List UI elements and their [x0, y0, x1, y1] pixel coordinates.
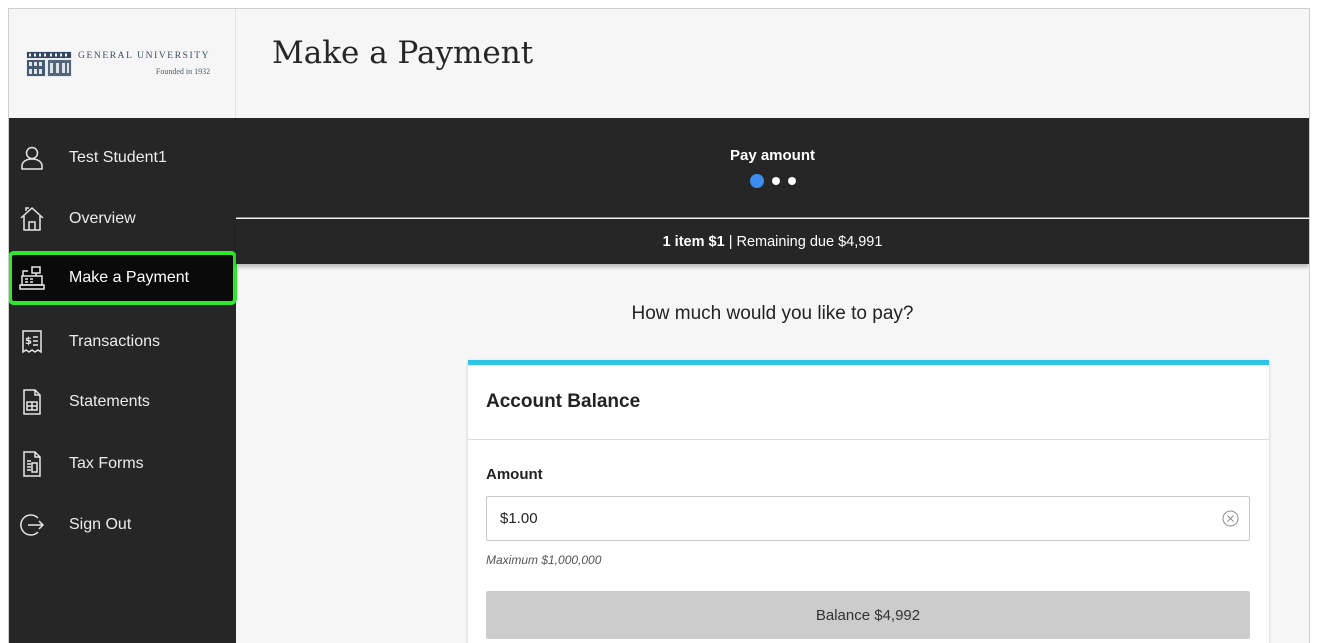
page-title: Make a Payment [272, 35, 534, 71]
payment-steps: Pay amount [236, 118, 1309, 218]
step-dot-3 [787, 177, 796, 185]
sidebar-item-label: Statements [69, 393, 150, 410]
sidebar-item-label: Tax Forms [69, 455, 144, 472]
statement-icon [19, 389, 45, 415]
user-icon [19, 145, 45, 171]
sidebar-item-transactions[interactable]: $ Transactions [9, 316, 236, 368]
step-dot-1 [749, 174, 764, 188]
card-title: Account Balance [486, 391, 641, 412]
sidebar-item-label: Make a Payment [69, 269, 190, 286]
sidebar-item-sign-out[interactable]: Sign Out [9, 499, 236, 551]
maximum-amount-hint: Maximum $1,000,000 [486, 553, 602, 567]
summary-remaining: Remaining due $4,991 [736, 233, 883, 250]
current-step-label: Pay amount [729, 147, 816, 164]
pay-question: How much would you like to pay? [631, 303, 914, 324]
logo-university-name: GENERAL UNIVERSITY [78, 51, 211, 61]
sidebar-item-make-a-payment[interactable]: Make a Payment [9, 251, 237, 305]
amount-input[interactable] [486, 496, 1250, 541]
summary-separator: | [728, 233, 733, 250]
summary-items: 1 item $1 [662, 233, 725, 250]
sidebar-item-label: Test Student1 [69, 149, 167, 166]
sidebar-item-tax-forms[interactable]: Tax Forms [9, 438, 236, 490]
payment-summary-bar: 1 item $1 | Remaining due $4,991 [236, 219, 1309, 264]
receipt-icon: $ [19, 329, 45, 355]
logo-founded-text: Founded in 1932 [155, 67, 211, 76]
sidebar-item-label: Transactions [69, 333, 160, 350]
divider [468, 439, 1269, 440]
divider [236, 217, 1309, 218]
sidebar-item-statements[interactable]: Statements [9, 376, 236, 428]
sidebar-item-profile[interactable]: Test Student1 [9, 132, 236, 184]
svg-text:$: $ [25, 336, 32, 347]
clear-input-icon[interactable] [1222, 510, 1239, 527]
account-balance-card: Account Balance Amount Maximum $1,000,00… [468, 360, 1269, 643]
balance-button[interactable]: Balance $4,992 [486, 591, 1250, 639]
university-building-icon [26, 50, 72, 77]
university-logo[interactable]: GENERAL UNIVERSITY Founded in 1932 [9, 9, 236, 118]
amount-label: Amount [486, 466, 543, 483]
sidebar-item-label: Sign Out [69, 516, 132, 533]
step-indicator [236, 174, 1309, 188]
sidebar: Test Student1 Overview Make a Payment $ … [9, 118, 237, 643]
page-header: Make a Payment [236, 9, 1309, 118]
logo-text: GENERAL UNIVERSITY Founded in 1932 [78, 51, 210, 76]
app-window: GENERAL UNIVERSITY Founded in 1932 Make … [8, 8, 1310, 643]
sidebar-item-label: Overview [69, 210, 136, 227]
tax-form-icon [19, 451, 45, 477]
cash-register-icon [19, 265, 45, 291]
home-icon [19, 206, 45, 232]
step-dot-2 [771, 177, 780, 185]
sidebar-item-overview[interactable]: Overview [9, 193, 236, 245]
sign-out-icon [19, 512, 45, 538]
